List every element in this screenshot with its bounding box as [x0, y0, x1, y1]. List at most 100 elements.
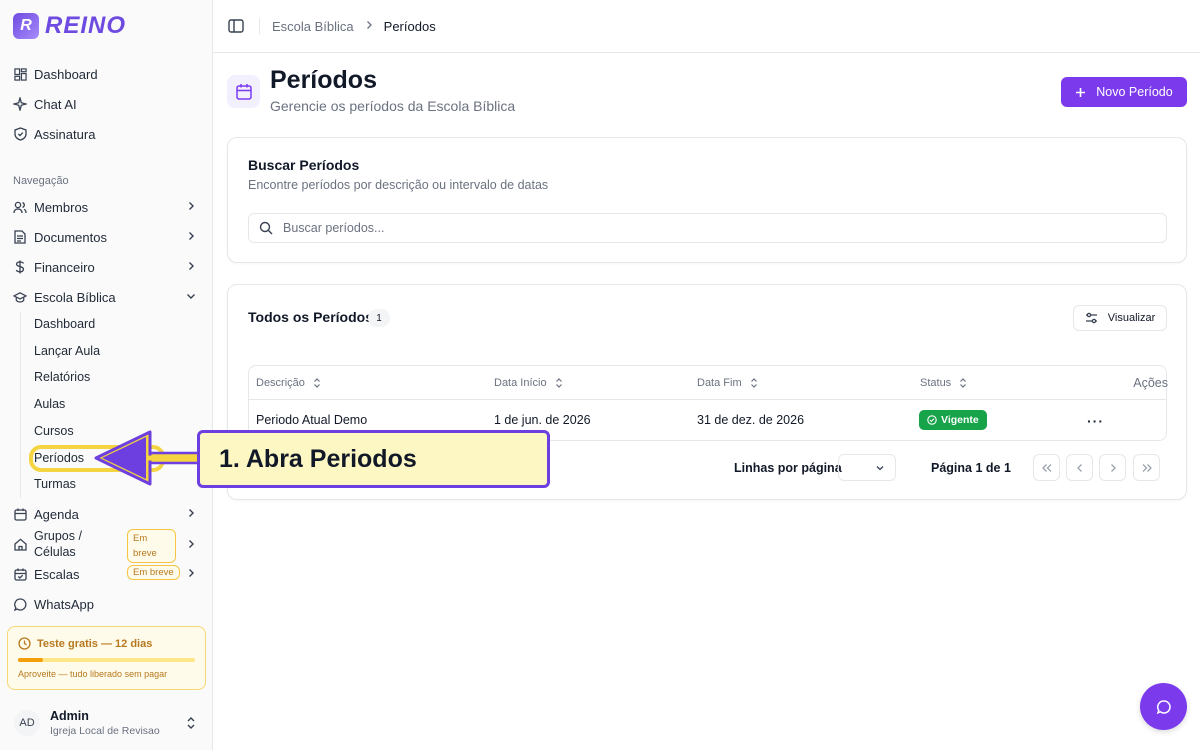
sliders-icon: [1085, 312, 1097, 324]
user-org: Igreja Local de Revisao: [50, 725, 160, 737]
column-label: Data Início: [494, 377, 547, 389]
divider: [259, 18, 260, 34]
chevron-right-icon: [189, 262, 194, 270]
next-page-button[interactable]: [1099, 454, 1126, 481]
submenu-item-dashboard[interactable]: Dashboard: [34, 317, 95, 331]
periods-card-title: Todos os Períodos: [248, 309, 373, 325]
sort-icon: [313, 378, 320, 388]
view-options-button[interactable]: Visualizar: [1073, 305, 1167, 331]
coming-soon-badge: Em breve: [127, 565, 180, 580]
trial-note: Aproveite — tudo liberado sem pagar: [18, 669, 168, 679]
column-header-acoes: Ações: [1133, 376, 1168, 390]
sidebar-item-chat-ai[interactable]: Chat AI: [8, 91, 205, 117]
chevron-right-icon: [189, 569, 194, 577]
chevron-down-icon: [187, 294, 195, 299]
search-icon: [259, 221, 273, 235]
sidebar-item-label: Agenda: [34, 506, 79, 522]
table-header: Descrição Data Início Data Fim Status Aç…: [249, 366, 1168, 400]
column-header-descricao[interactable]: Descrição: [256, 377, 321, 389]
last-page-button[interactable]: [1133, 454, 1160, 481]
submenu-item-aulas[interactable]: Aulas: [34, 397, 65, 411]
sidebar-item-whatsapp[interactable]: WhatsApp: [8, 591, 205, 617]
shield-icon: [13, 127, 27, 141]
sidebar-item-label: Documentos: [34, 229, 107, 245]
sort-icon: [555, 378, 562, 388]
sidebar-item-label: Escola Bíblica: [34, 289, 116, 305]
submenu-item-lancar-aula[interactable]: Lançar Aula: [34, 344, 100, 358]
graduation-cap-icon: [13, 290, 27, 304]
sidebar-item-assinatura[interactable]: Assinatura: [8, 121, 205, 147]
chevron-right-icon: [189, 540, 194, 548]
search-card-subtitle: Encontre períodos por descrição ou inter…: [248, 178, 549, 192]
user-name: Admin: [50, 709, 89, 723]
sidebar-toggle-icon[interactable]: [227, 17, 245, 35]
trial-title-row: Teste gratis — 12 dias: [18, 637, 195, 650]
top-bar: Escola Bíblica Períodos: [213, 0, 1200, 53]
chevron-right-icon: [189, 509, 194, 517]
logo-mark-icon: R: [13, 13, 39, 39]
sort-icon: [960, 378, 967, 388]
brand-logo[interactable]: R REINO: [13, 12, 126, 40]
sidebar-item-label: Financeiro: [34, 259, 95, 275]
chevron-right-icon: [189, 202, 194, 210]
search-field[interactable]: [248, 213, 1167, 243]
avatar: AD: [14, 710, 40, 736]
breadcrumb-separator-icon: [364, 19, 374, 33]
user-info: Admin Igreja Local de Revisao: [50, 709, 160, 737]
users-icon: [13, 200, 27, 214]
sidebar-item-financeiro[interactable]: Financeiro: [8, 254, 205, 280]
trial-progress-fill: [18, 658, 43, 662]
chevron-right-icon: [189, 232, 194, 240]
rows-per-page-label: Linhas por página: [734, 461, 842, 475]
chat-support-button[interactable]: [1140, 683, 1187, 730]
chevron-down-icon: [876, 466, 884, 471]
sidebar-item-dashboard[interactable]: Dashboard: [8, 61, 205, 87]
dollar-icon: [13, 260, 27, 274]
page-calendar-icon: [227, 75, 260, 108]
submenu-item-cursos[interactable]: Cursos: [34, 424, 74, 438]
rows-per-page-select[interactable]: [838, 454, 896, 481]
sidebar-item-documentos[interactable]: Documentos: [8, 224, 205, 250]
sparkle-icon: [13, 97, 27, 111]
sidebar-item-label: Dashboard: [34, 66, 98, 82]
column-header-status[interactable]: Status: [920, 377, 967, 389]
sidebar-item-escola-biblica[interactable]: Escola Bíblica: [8, 284, 205, 310]
chevrons-right-icon: [1142, 463, 1152, 472]
sidebar-section-label: Navegação: [13, 175, 69, 187]
count-badge: 1: [368, 309, 390, 327]
submenu-item-turmas[interactable]: Turmas: [34, 477, 76, 491]
column-label: Descrição: [256, 377, 305, 389]
row-actions-menu-icon[interactable]: ···: [1087, 413, 1104, 429]
status-badge: Vigente: [919, 410, 987, 430]
sidebar-item-label: Escalas: [34, 566, 80, 582]
new-period-label: Novo Período: [1096, 85, 1173, 99]
user-menu[interactable]: AD Admin Igreja Local de Revisao: [8, 703, 205, 743]
column-header-data-inicio[interactable]: Data Início: [494, 377, 563, 389]
trial-title: Teste gratis — 12 dias: [37, 637, 153, 650]
search-input[interactable]: [283, 221, 1143, 235]
first-page-button[interactable]: [1033, 454, 1060, 481]
new-period-button[interactable]: Novo Período: [1061, 77, 1187, 107]
prev-page-button[interactable]: [1066, 454, 1093, 481]
sidebar-item-label: Chat AI: [34, 96, 77, 112]
column-label: Status: [920, 377, 952, 389]
column-header-data-fim[interactable]: Data Fim: [697, 377, 758, 389]
sidebar-item-agenda[interactable]: Agenda: [8, 501, 205, 527]
breadcrumb: Escola Bíblica Períodos: [272, 19, 436, 34]
brand-name: REINO: [45, 12, 127, 39]
sidebar-item-membros[interactable]: Membros: [8, 194, 205, 220]
page-info: Página 1 de 1: [931, 461, 1011, 475]
sidebar-item-label: Membros: [34, 199, 89, 215]
trial-banner[interactable]: Teste gratis — 12 dias Aproveite — tudo …: [7, 626, 206, 690]
submenu-item-relatorios[interactable]: Relatórios: [34, 370, 90, 384]
coming-soon-badge: Em breve: [127, 529, 176, 563]
sidebar-item-label: Grupos / Células: [34, 529, 82, 559]
cell-data-fim: 31 de dez. de 2026: [697, 413, 805, 427]
page-title: Períodos: [270, 66, 377, 94]
page-subtitle: Gerencie os períodos da Escola Bíblica: [270, 98, 516, 114]
column-label: Data Fim: [697, 377, 742, 389]
breadcrumb-parent[interactable]: Escola Bíblica: [272, 19, 354, 34]
calendar-icon: [13, 507, 27, 521]
plus-icon: [1076, 87, 1086, 97]
chevrons-left-icon: [1041, 463, 1051, 472]
